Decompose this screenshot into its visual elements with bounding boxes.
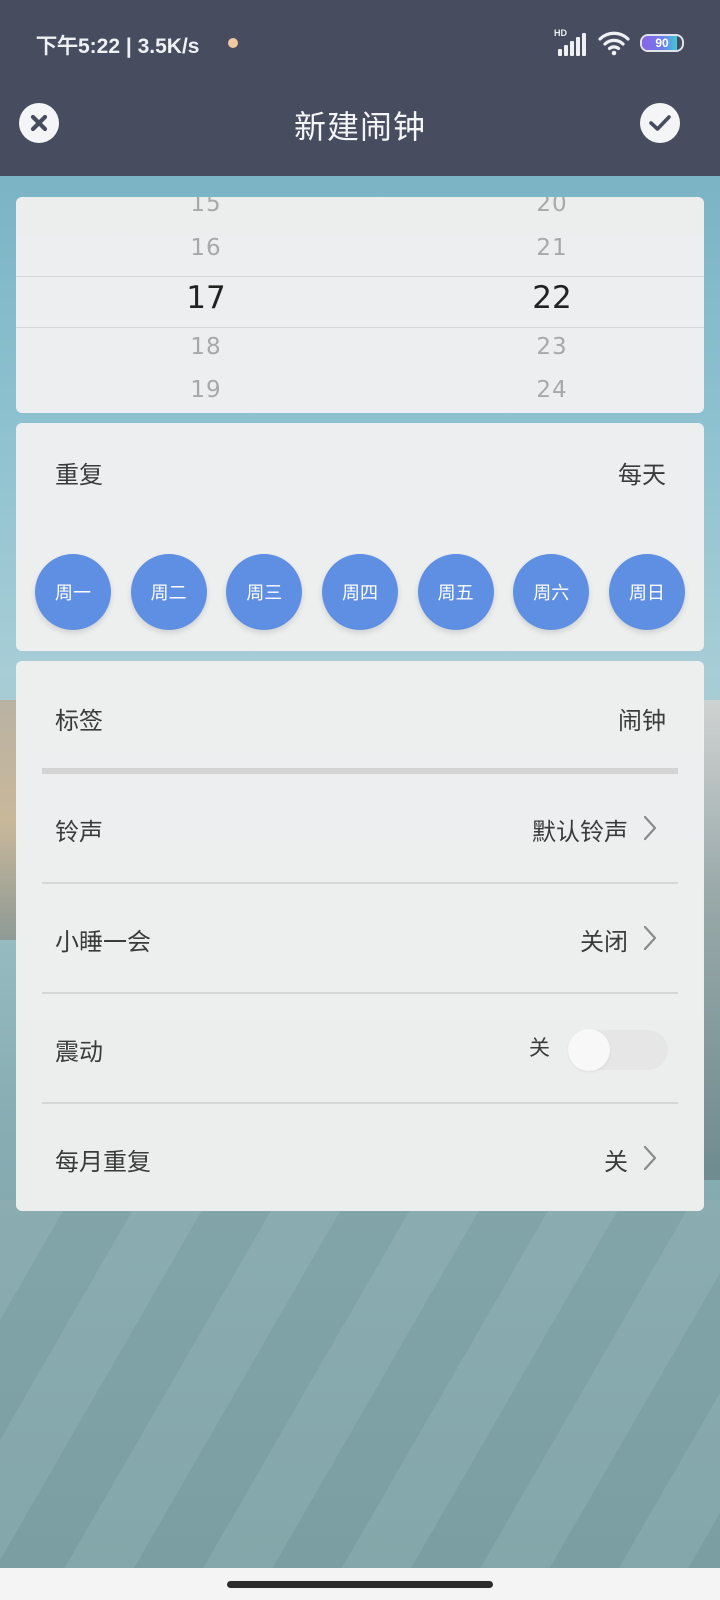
hour-option[interactable]: 19 xyxy=(106,377,306,403)
hour-wheel[interactable]: 15 16 17 18 19 xyxy=(106,197,306,413)
check-icon xyxy=(649,115,671,131)
settings-section: 标签 闹钟 铃声 默认铃声 小睡一会 关闭 震动 关 每月重复 关 xyxy=(16,661,704,1211)
setting-ringtone[interactable]: 铃声 默认铃声 xyxy=(16,772,704,882)
wifi-icon xyxy=(598,31,630,56)
minute-wheel[interactable]: 20 21 22 23 24 xyxy=(452,197,652,413)
minute-option[interactable]: 20 xyxy=(452,197,652,217)
repeat-value[interactable]: 每天 xyxy=(618,455,666,490)
background-floor xyxy=(0,1200,720,1570)
day-toggle-sunday[interactable]: 周日 xyxy=(608,554,685,630)
battery-icon: 90 xyxy=(640,34,684,52)
toggle-knob[interactable] xyxy=(568,1029,610,1071)
snooze-label: 小睡一会 xyxy=(55,928,151,956)
vibrate-state: 关 xyxy=(529,1036,550,1060)
battery-level: 90 xyxy=(655,36,669,50)
setting-snooze[interactable]: 小睡一会 关闭 xyxy=(16,882,704,992)
ringtone-value: 默认铃声 xyxy=(532,818,628,846)
top-bar: 下午5:22 | 3.5K/s HD 90 新建闹钟 xyxy=(0,0,720,176)
repeat-label: 重复 xyxy=(55,461,103,489)
hour-selected[interactable]: 17 xyxy=(106,280,306,316)
chevron-right-icon xyxy=(643,925,657,951)
minute-selected[interactable]: 22 xyxy=(452,280,652,316)
monthly-repeat-value: 关 xyxy=(604,1148,628,1176)
hour-option[interactable]: 16 xyxy=(106,235,306,261)
clock-text: 下午5:22 xyxy=(36,35,121,58)
status-separator: | xyxy=(125,35,138,58)
minute-option[interactable]: 21 xyxy=(452,235,652,261)
hd-label: HD xyxy=(554,28,567,38)
chevron-right-icon xyxy=(643,1145,657,1171)
day-toggle-wednesday[interactable]: 周三 xyxy=(226,554,303,630)
ringtone-label: 铃声 xyxy=(55,818,103,846)
hour-option[interactable]: 15 xyxy=(106,197,306,217)
day-toggle-monday[interactable]: 周一 xyxy=(35,554,111,630)
setting-vibrate: 震动 关 xyxy=(16,992,704,1102)
chevron-right-icon xyxy=(643,815,657,841)
page-title: 新建闹钟 xyxy=(293,108,426,146)
status-icons: HD 90 xyxy=(554,28,684,58)
vibrate-toggle[interactable] xyxy=(568,1029,668,1071)
day-toggle-tuesday[interactable]: 周二 xyxy=(130,554,207,630)
notification-dot-icon xyxy=(228,38,238,48)
minute-option[interactable]: 23 xyxy=(452,334,652,360)
network-speed: 3.5K/s xyxy=(137,35,200,58)
repeat-section: 重复 每天 周一 周二 周三 周四 周五 周六 周日 xyxy=(16,423,704,651)
tag-value[interactable]: 闹钟 xyxy=(618,701,666,736)
vibrate-label: 震动 xyxy=(55,1038,103,1066)
monthly-repeat-label: 每月重复 xyxy=(55,1148,151,1176)
setting-tag[interactable]: 标签 闹钟 xyxy=(16,661,704,771)
day-toggle-saturday[interactable]: 周六 xyxy=(513,554,590,630)
day-toggle-friday[interactable]: 周五 xyxy=(417,554,494,630)
signal-icon: HD xyxy=(554,28,588,56)
minute-option[interactable]: 24 xyxy=(452,377,652,403)
day-toggle-thursday[interactable]: 周四 xyxy=(321,554,398,630)
snooze-value: 关闭 xyxy=(580,928,628,956)
home-indicator[interactable] xyxy=(227,1581,493,1588)
hour-option[interactable]: 18 xyxy=(106,334,306,360)
confirm-button[interactable] xyxy=(640,103,680,143)
tag-label: 标签 xyxy=(55,707,103,735)
setting-monthly-repeat[interactable]: 每月重复 关 xyxy=(16,1102,704,1212)
status-bar-time: 下午5:22 | 3.5K/s xyxy=(36,30,199,60)
time-picker: 15 16 17 18 19 20 21 22 23 24 xyxy=(16,197,704,413)
background-scenery-right xyxy=(702,700,720,1180)
navigation-bar xyxy=(0,1568,720,1600)
weekday-selector: 周一 周二 周三 周四 周五 周六 周日 xyxy=(35,554,685,630)
